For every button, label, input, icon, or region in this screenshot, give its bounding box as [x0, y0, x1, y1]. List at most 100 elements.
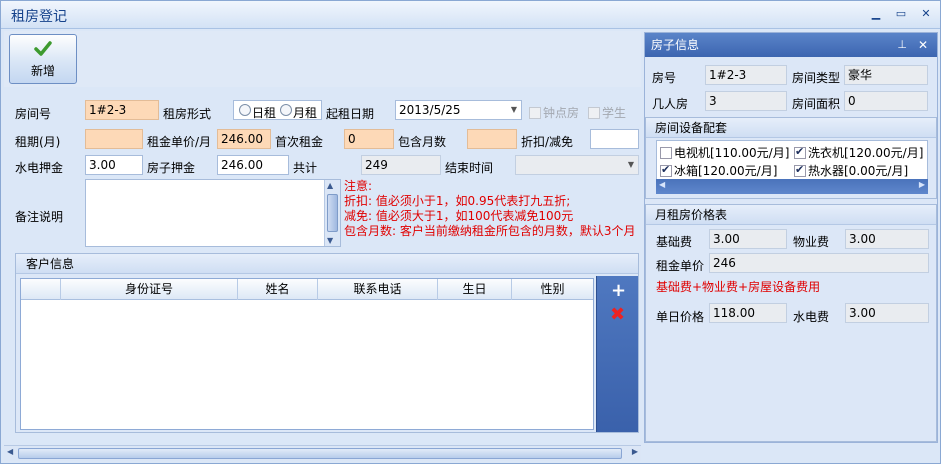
grid-header: 身份证号 姓名 联系电话 生日 性别	[21, 279, 593, 300]
horizontal-scrollbar[interactable]: ◀ ▶	[4, 445, 641, 461]
first-rent-field[interactable]: 0	[344, 129, 394, 149]
scroll-thumb[interactable]	[327, 194, 338, 232]
months-included-field[interactable]	[467, 129, 517, 149]
pricing-title: 月租房价格表	[646, 205, 936, 225]
discount-field[interactable]	[590, 129, 639, 149]
column-header-name[interactable]: 姓名	[238, 279, 318, 300]
start-date-picker[interactable]: 2013/5/25 ▼	[395, 100, 522, 120]
end-time-label: 结束时间	[445, 161, 494, 175]
pricing-panel: 月租房价格表 基础费 3.00 物业费 3.00 租金单价 246 基础费+物业…	[645, 204, 937, 442]
customer-panel-title: 客户信息	[16, 254, 638, 274]
window-title: 租房登记	[11, 9, 67, 25]
pricing-formula: 基础费+物业费+房屋设备费用	[656, 280, 821, 294]
hourly-room-checkbox[interactable]: 钟点房	[529, 104, 579, 121]
remark-scrollbar[interactable]: ▲ ▼	[324, 180, 340, 246]
start-date-value: 2013/5/25	[399, 103, 461, 117]
room-info-pane: 房子信息 ⊥ ✕ 房号 1#2-3 房间类型 豪华 几人房 3 房间面积 0 房…	[644, 32, 938, 443]
rent-type-label: 租房形式	[163, 107, 212, 121]
equipment-title: 房间设备配套	[646, 118, 936, 138]
area-label: 房间面积	[792, 97, 841, 111]
equipment-fridge-checkbox[interactable]: 冰箱[120.00元/月]	[660, 162, 777, 179]
unit-price-field[interactable]: 246.00	[217, 129, 271, 149]
utility-fee-display: 3.00	[845, 303, 929, 323]
plus-icon[interactable]: +	[611, 280, 626, 301]
equipment-scrollbar[interactable]: ◀ ▶	[656, 179, 928, 194]
column-header-gender[interactable]: 性别	[512, 279, 593, 300]
equipment-washer-checkbox[interactable]: 洗衣机[120.00元/月]	[794, 144, 923, 161]
start-date-label: 起租日期	[326, 107, 375, 121]
rent-monthly-label: 月租	[293, 106, 318, 120]
notes-text: 注意: 折扣: 值必须小于1，如0.95代表打九五折; 减免: 值必须大于1，如…	[344, 179, 636, 239]
minimize-icon[interactable]: ▁	[869, 7, 883, 21]
column-header-birthday[interactable]: 生日	[438, 279, 512, 300]
rent-monthly-radio[interactable]	[280, 104, 292, 116]
pricing-unit-price-display: 246	[709, 253, 929, 273]
checkmark-icon	[34, 41, 52, 56]
rent-daily-radio[interactable]	[239, 104, 251, 116]
room-type-label: 房间类型	[792, 71, 841, 85]
x-icon[interactable]: ✖	[610, 304, 625, 325]
room-count-display: 3	[705, 91, 787, 111]
dropdown-arrow-icon: ▼	[627, 160, 634, 169]
column-header-id[interactable]: 身份证号	[61, 279, 238, 300]
equipment-heater-checkbox[interactable]: 热水器[0.00元/月]	[794, 162, 908, 179]
scroll-down-icon[interactable]: ▼	[327, 236, 333, 245]
room-no-display: 1#2-3	[705, 65, 787, 85]
base-fee-label: 基础费	[656, 235, 693, 249]
customer-panel: 客户信息 身份证号 姓名 联系电话 生日 性别 + ✖	[15, 253, 639, 433]
area-display: 0	[844, 91, 928, 111]
maximize-icon[interactable]: ▭	[894, 7, 908, 21]
room-info-header: 房子信息 ⊥ ✕	[645, 33, 937, 57]
scroll-up-icon[interactable]: ▲	[327, 181, 333, 190]
dropdown-arrow-icon: ▼	[510, 105, 517, 114]
column-header-phone[interactable]: 联系电话	[318, 279, 438, 300]
total-field: 249	[361, 155, 441, 175]
add-button[interactable]: 新增	[9, 34, 77, 84]
first-rent-label: 首次租金	[275, 135, 324, 149]
unit-price-label: 租金单价/月	[147, 135, 212, 149]
grid-action-bar: + ✖	[596, 276, 638, 432]
period-field[interactable]	[85, 129, 143, 149]
rent-type-radio-group: 日租 月租	[233, 100, 322, 120]
room-no-label: 房间号	[15, 107, 52, 121]
scroll-thumb[interactable]	[18, 448, 622, 459]
utility-fee-label: 水电费	[793, 310, 830, 324]
room-deposit-field[interactable]: 246.00	[217, 155, 289, 175]
room-type-display: 豪华	[844, 65, 928, 85]
room-no-label: 房号	[652, 71, 677, 85]
rent-daily-label: 日租	[252, 106, 277, 120]
note-line: 折扣: 值必须小于1，如0.95代表打九五折;	[344, 194, 571, 208]
daily-price-display: 118.00	[709, 303, 787, 323]
column-header-indicator[interactable]	[21, 279, 61, 300]
remark-label: 备注说明	[15, 210, 64, 224]
student-checkbox[interactable]: 学生	[588, 104, 626, 121]
period-label: 租期(月)	[15, 135, 61, 149]
base-fee-display: 3.00	[709, 229, 787, 249]
discount-label: 折扣/减免	[521, 135, 574, 149]
room-deposit-label: 房子押金	[147, 161, 196, 175]
toolbar: 新增	[4, 31, 641, 87]
rental-registration-window: 租房登记 ▁ ▭ ✕ 新增 房间号 1#2-3 租房形式 日租 月租 起租日期 …	[0, 0, 941, 464]
customer-grid[interactable]: 身份证号 姓名 联系电话 生日 性别	[20, 278, 594, 430]
scroll-right-icon[interactable]: ▶	[919, 180, 925, 189]
room-info-title: 房子信息	[651, 38, 700, 52]
pin-icon[interactable]: ⊥	[897, 33, 907, 57]
close-icon[interactable]: ✕	[918, 33, 928, 57]
scroll-right-icon[interactable]: ▶	[632, 447, 638, 456]
add-button-label: 新增	[30, 64, 55, 78]
remark-textarea[interactable]: ▲ ▼	[85, 179, 341, 247]
room-no-field[interactable]: 1#2-3	[85, 100, 159, 120]
close-icon[interactable]: ✕	[919, 7, 933, 21]
daily-price-label: 单日价格	[656, 310, 705, 324]
total-label: 共计	[293, 161, 318, 175]
property-fee-display: 3.00	[845, 229, 929, 249]
scroll-left-icon[interactable]: ◀	[7, 447, 13, 456]
pricing-unit-price-label: 租金单价	[656, 259, 705, 273]
utility-deposit-field[interactable]: 3.00	[85, 155, 143, 175]
note-line: 注意:	[344, 179, 373, 193]
months-included-label: 包含月数	[398, 135, 447, 149]
scroll-left-icon[interactable]: ◀	[659, 180, 665, 189]
equipment-list: 电视机[110.00元/月] 洗衣机[120.00元/月] 冰箱[120.00元…	[656, 140, 928, 180]
end-time-picker[interactable]: ▼	[515, 155, 639, 175]
equipment-tv-checkbox[interactable]: 电视机[110.00元/月]	[660, 144, 789, 161]
